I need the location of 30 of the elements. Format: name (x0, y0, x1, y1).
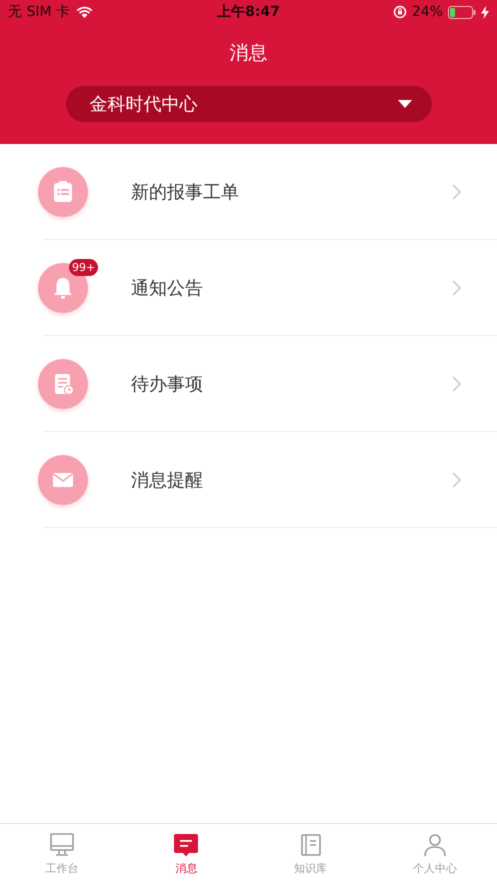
wifi-icon (76, 6, 93, 18)
menu-label: 消息提醒 (131, 468, 204, 492)
carrier-text: 无 SIM 卡 (8, 3, 70, 21)
message-icon (173, 832, 200, 858)
chevron-right-icon (452, 184, 461, 200)
menu-row[interactable]: 99+ 通知公告 (43, 240, 497, 336)
person-icon (422, 832, 448, 858)
menu-label: 新的报事工单 (131, 180, 240, 204)
chevron-right-icon (452, 280, 461, 296)
menu-row[interactable]: 消息提醒 (43, 432, 497, 528)
monitor-icon (49, 832, 76, 858)
menu-label: 待办事项 (131, 372, 204, 396)
caret-icon (398, 100, 412, 108)
rotation-lock-icon (392, 5, 407, 19)
location-dropdown[interactable]: 金科时代中心 (66, 86, 432, 122)
battery-icon (448, 6, 476, 18)
chevron-right-icon (452, 376, 461, 392)
menu-label: 通知公告 (131, 276, 204, 300)
charging-icon (480, 6, 489, 18)
chevron-right-icon (452, 472, 461, 488)
mail-icon (38, 454, 88, 504)
menu-row[interactable]: 新的报事工单 (43, 144, 497, 240)
page-title: 消息 (230, 41, 268, 66)
battery-percent: 24% (412, 4, 443, 20)
document-clock-icon (38, 358, 88, 408)
clock-text: 上午8:47 (217, 3, 280, 21)
menu-row[interactable]: 待办事项 (43, 336, 497, 432)
tab[interactable]: 消息 (124, 824, 248, 883)
count-badge: 99+ (69, 258, 98, 276)
clipboard-icon (38, 166, 88, 216)
